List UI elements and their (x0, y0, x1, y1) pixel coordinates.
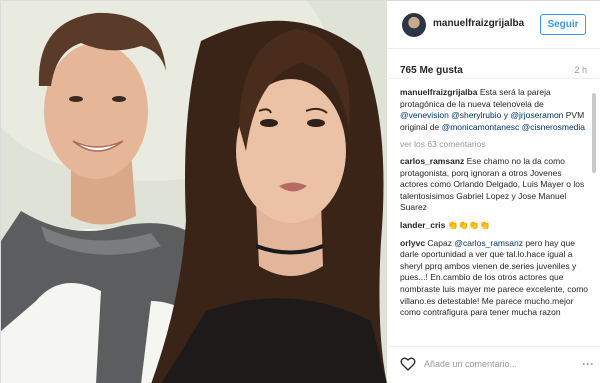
photo-illustration (1, 1, 387, 383)
comment-input[interactable] (424, 356, 574, 372)
mention-link[interactable]: @venevision (400, 110, 449, 120)
post-time[interactable]: 2 h (574, 65, 587, 75)
comment-text: Capaz (425, 237, 455, 248)
likes-count[interactable]: 765 Me gusta (400, 65, 463, 76)
caption: manuelfraizgrijalba Esta será la pareja … (400, 87, 590, 133)
mention-link[interactable]: @carlos_ramsanz (454, 238, 523, 248)
avatar[interactable] (402, 13, 426, 37)
mention-link[interactable]: @sherylrubio (451, 110, 501, 120)
username[interactable]: manuelfraizgrijalba (433, 18, 524, 29)
post-photo[interactable] (1, 1, 387, 383)
comment-username[interactable]: lander_cris (400, 220, 445, 230)
post-header: manuelfraizgrijalba Seguir (388, 1, 600, 49)
mention-link[interactable]: @cisnerosmedia (522, 122, 585, 132)
post-footer: ··· (388, 346, 600, 383)
caption-username[interactable]: manuelfraizgrijalba (400, 87, 477, 97)
comment-item: carlos_ramsanz Ese chamo no la da como p… (400, 156, 590, 214)
comment-item: lander_cris 👏👏👏👏 (400, 220, 590, 232)
post-stats: 765 Me gusta 2 h (388, 49, 600, 79)
mention-link[interactable]: @monicamontanesc (442, 122, 520, 132)
instagram-post: manuelfraizgrijalba Seguir 765 Me gusta … (0, 0, 600, 383)
post-sidebar: manuelfraizgrijalba Seguir 765 Me gusta … (388, 1, 600, 383)
comment-text: pero hay que darle oportunidad a ver que… (400, 237, 589, 318)
heart-icon[interactable] (400, 356, 416, 372)
scrollbar-thumb[interactable] (592, 93, 596, 173)
caption-text: y (501, 110, 511, 121)
comment-text: 👏👏👏👏 (445, 219, 491, 230)
view-all-comments-link[interactable]: ver los 63 comentarios (400, 139, 590, 151)
comments-scrollbar[interactable] (592, 87, 596, 342)
comment-item: orlyvc Capaz @carlos_ramsanz pero hay qu… (400, 238, 590, 319)
mention-link[interactable]: @jrjoseramon (510, 110, 563, 120)
comment-username[interactable]: orlyvc (400, 238, 425, 248)
comment-username[interactable]: carlos_ramsanz (400, 156, 464, 166)
more-options-icon[interactable]: ··· (582, 356, 594, 372)
comments-list[interactable]: manuelfraizgrijalba Esta será la pareja … (400, 87, 590, 342)
follow-button[interactable]: Seguir (540, 14, 586, 35)
